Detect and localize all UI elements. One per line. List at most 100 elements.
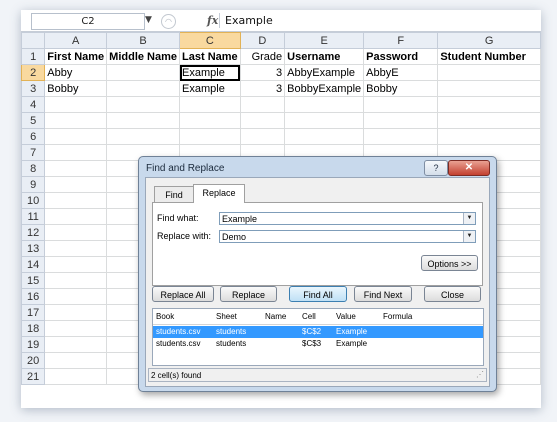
row-header[interactable]: 3: [21, 80, 46, 97]
replace-button[interactable]: Replace: [220, 286, 277, 302]
help-button[interactable]: ?: [424, 160, 448, 176]
cell-e1[interactable]: Username: [284, 48, 365, 65]
result-row[interactable]: students.csv students $C$3 Example: [153, 338, 483, 350]
cell-a6[interactable]: [44, 128, 108, 145]
cell-g2[interactable]: [437, 64, 541, 81]
cell-a4[interactable]: [44, 96, 108, 113]
column-header-d[interactable]: D: [239, 32, 286, 49]
cell-a19[interactable]: [44, 336, 108, 353]
insert-function-icon[interactable]: fx: [207, 12, 218, 29]
cell-d2[interactable]: 3: [239, 64, 286, 81]
cell-a1[interactable]: First Name: [44, 48, 108, 65]
cell-c3[interactable]: Example: [179, 80, 241, 97]
row-header[interactable]: 2: [21, 64, 46, 81]
cell-c6[interactable]: [179, 128, 241, 145]
cell-a14[interactable]: [44, 256, 108, 273]
replace-with-input[interactable]: Demo ▼: [219, 230, 476, 243]
row-header[interactable]: 5: [21, 112, 46, 129]
row-header[interactable]: 14: [21, 256, 46, 273]
find-next-button[interactable]: Find Next: [354, 286, 412, 302]
row-header[interactable]: 21: [21, 368, 46, 385]
cell-a7[interactable]: [44, 144, 108, 161]
cell-a11[interactable]: [44, 208, 108, 225]
tab-find[interactable]: Find: [154, 186, 194, 203]
options-button[interactable]: Options >>: [421, 255, 478, 271]
cell-a12[interactable]: [44, 224, 108, 241]
row-header[interactable]: 9: [21, 176, 46, 193]
cell-a13[interactable]: [44, 240, 108, 257]
cell-b2[interactable]: [106, 64, 181, 81]
row-header[interactable]: 16: [21, 288, 46, 305]
close-button[interactable]: Close: [424, 286, 481, 302]
cell-f6[interactable]: [363, 128, 439, 145]
cell-b3[interactable]: [106, 80, 181, 97]
cell-f2[interactable]: AbbyE: [363, 64, 439, 81]
cell-c2[interactable]: Example: [179, 64, 241, 81]
cell-a17[interactable]: [44, 304, 108, 321]
cell-a8[interactable]: [44, 160, 108, 177]
cell-g5[interactable]: [437, 112, 541, 129]
replace-all-button[interactable]: Replace All: [152, 286, 214, 302]
row-header[interactable]: 20: [21, 352, 46, 369]
cell-c1[interactable]: Last Name: [179, 48, 241, 65]
chevron-down-icon[interactable]: ▼: [145, 13, 152, 28]
row-header[interactable]: 18: [21, 320, 46, 337]
row-header[interactable]: 13: [21, 240, 46, 257]
column-header-value[interactable]: Value: [336, 309, 356, 324]
row-header[interactable]: 11: [21, 208, 46, 225]
cell-c4[interactable]: [179, 96, 241, 113]
row-header[interactable]: 15: [21, 272, 46, 289]
cell-g3[interactable]: [437, 80, 541, 97]
cell-f5[interactable]: [363, 112, 439, 129]
cell-d1[interactable]: Grade: [239, 48, 286, 65]
cell-f1[interactable]: Password: [363, 48, 439, 65]
name-box[interactable]: C2: [31, 13, 145, 30]
cell-d5[interactable]: [239, 112, 286, 129]
cell-a9[interactable]: [44, 176, 108, 193]
cell-e4[interactable]: [284, 96, 365, 113]
column-header-name[interactable]: Name: [265, 309, 286, 324]
cell-g4[interactable]: [437, 96, 541, 113]
column-header-sheet[interactable]: Sheet: [216, 309, 237, 324]
row-header[interactable]: 17: [21, 304, 46, 321]
column-header-formula[interactable]: Formula: [383, 309, 412, 324]
cell-d3[interactable]: 3: [239, 80, 286, 97]
column-header-c[interactable]: C: [179, 32, 241, 49]
find-all-button[interactable]: Find All: [289, 286, 347, 302]
column-header-b[interactable]: B: [106, 32, 181, 49]
cell-a2[interactable]: Abby: [44, 64, 108, 81]
row-header[interactable]: 7: [21, 144, 46, 161]
row-header[interactable]: 6: [21, 128, 46, 145]
chevron-down-icon[interactable]: ▼: [463, 213, 475, 224]
cell-e6[interactable]: [284, 128, 365, 145]
cell-a10[interactable]: [44, 192, 108, 209]
cell-f4[interactable]: [363, 96, 439, 113]
row-header[interactable]: 8: [21, 160, 46, 177]
tab-replace[interactable]: Replace: [193, 184, 245, 203]
cell-d6[interactable]: [239, 128, 286, 145]
close-icon[interactable]: ✕: [448, 160, 490, 176]
cell-a15[interactable]: [44, 272, 108, 289]
cell-g6[interactable]: [437, 128, 541, 145]
cell-b4[interactable]: [106, 96, 181, 113]
cell-d4[interactable]: [239, 96, 286, 113]
result-row[interactable]: students.csv students $C$2 Example: [153, 326, 483, 338]
column-header-g[interactable]: G: [437, 32, 541, 49]
chevron-down-icon[interactable]: ▼: [463, 231, 475, 242]
row-header[interactable]: 19: [21, 336, 46, 353]
cell-a18[interactable]: [44, 320, 108, 337]
cell-e5[interactable]: [284, 112, 365, 129]
find-what-input[interactable]: Example ▼: [219, 212, 476, 225]
column-header-f[interactable]: F: [363, 32, 439, 49]
results-list[interactable]: Book Sheet Name Cell Value Formula stude…: [152, 308, 484, 366]
cell-b5[interactable]: [106, 112, 181, 129]
cell-f3[interactable]: Bobby: [363, 80, 439, 97]
cell-g1[interactable]: Student Number: [437, 48, 541, 65]
column-header-a[interactable]: A: [44, 32, 108, 49]
column-header-book[interactable]: Book: [156, 309, 174, 324]
cell-a21[interactable]: [44, 368, 108, 385]
cell-e3[interactable]: BobbyExample: [284, 80, 365, 97]
select-all-corner[interactable]: [21, 32, 46, 49]
cell-b6[interactable]: [106, 128, 181, 145]
row-header[interactable]: 12: [21, 224, 46, 241]
